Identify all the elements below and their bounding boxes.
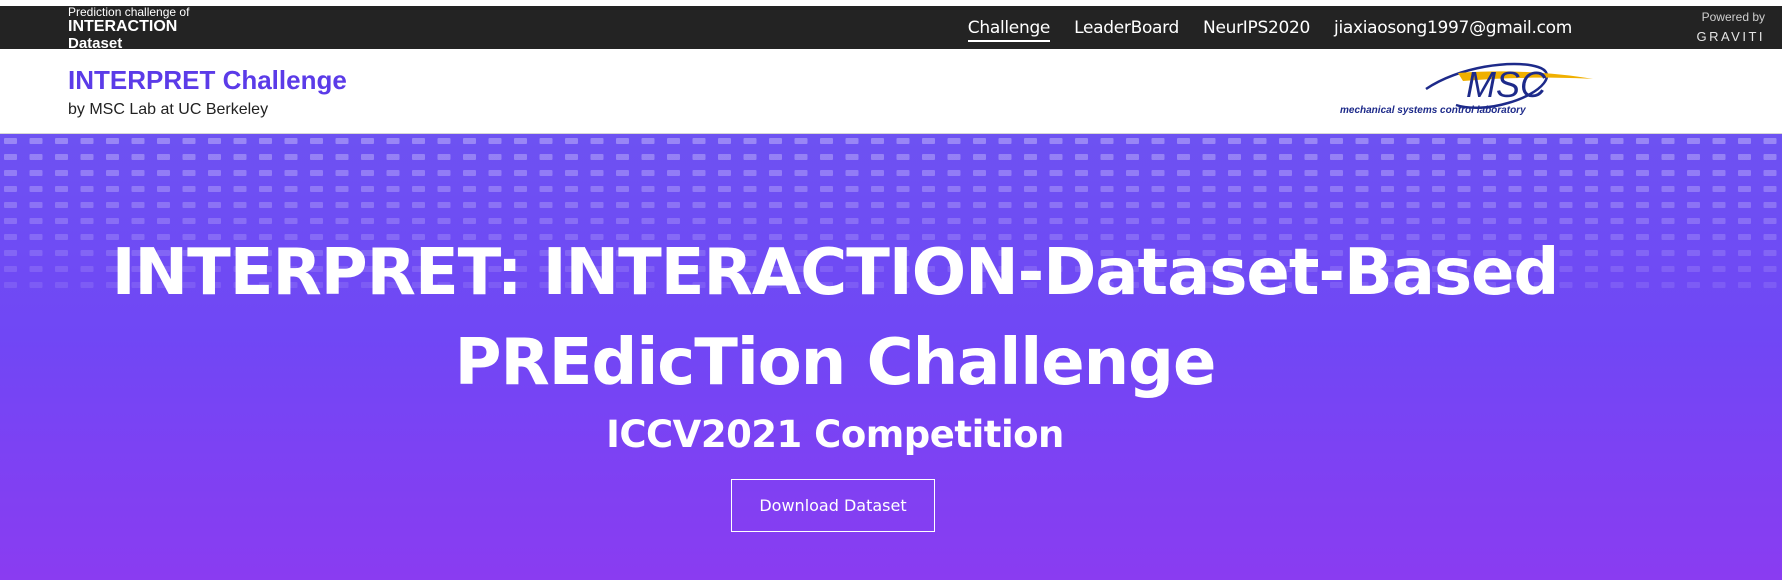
- site-title[interactable]: INTERPRET Challenge: [68, 65, 347, 96]
- hero-title-line-2: PREdicTion Challenge: [454, 326, 1217, 400]
- site-header: INTERPRET Challenge by MSC Lab at UC Ber…: [0, 49, 1782, 134]
- main-nav: Challenge LeaderBoard NeurIPS2020 jiaxia…: [944, 6, 1572, 49]
- top-navbar: Prediction challenge of INTERACTION Data…: [0, 6, 1782, 51]
- powered-by[interactable]: Powered by GRAVITI: [1696, 11, 1765, 43]
- site-subtitle: by MSC Lab at UC Berkeley: [68, 101, 269, 118]
- msc-logo-text: MSC: [1466, 64, 1547, 105]
- brand-line-1: Prediction challenge of: [68, 5, 190, 19]
- brand-line-2: INTERACTION: [68, 18, 178, 35]
- powered-by-label: Powered by: [1701, 10, 1765, 24]
- download-dataset-button[interactable]: Download Dataset: [731, 479, 935, 532]
- msc-lab-logo[interactable]: MSC mechanical systems control laborator…: [1338, 59, 1598, 119]
- hero-banner: INTERPRET: INTERACTION-Dataset-Based PRE…: [0, 134, 1782, 580]
- nav-user-email[interactable]: jiaxiaosong1997@gmail.com: [1334, 14, 1572, 42]
- hero-subtitle: ICCV2021 Competition: [606, 413, 1064, 456]
- hero-title-line-1: INTERPRET: INTERACTION-Dataset-Based: [111, 236, 1560, 310]
- nav-challenge[interactable]: Challenge: [967, 14, 1050, 42]
- brand-small-logo[interactable]: Prediction challenge of INTERACTION Data…: [68, 6, 189, 51]
- nav-neurips2020[interactable]: NeurIPS2020: [1203, 14, 1310, 42]
- nav-leaderboard[interactable]: LeaderBoard: [1074, 14, 1179, 42]
- graviti-logo: GRAVITI: [1696, 29, 1765, 44]
- msc-logo-caption: mechanical systems control laboratory: [1340, 105, 1526, 116]
